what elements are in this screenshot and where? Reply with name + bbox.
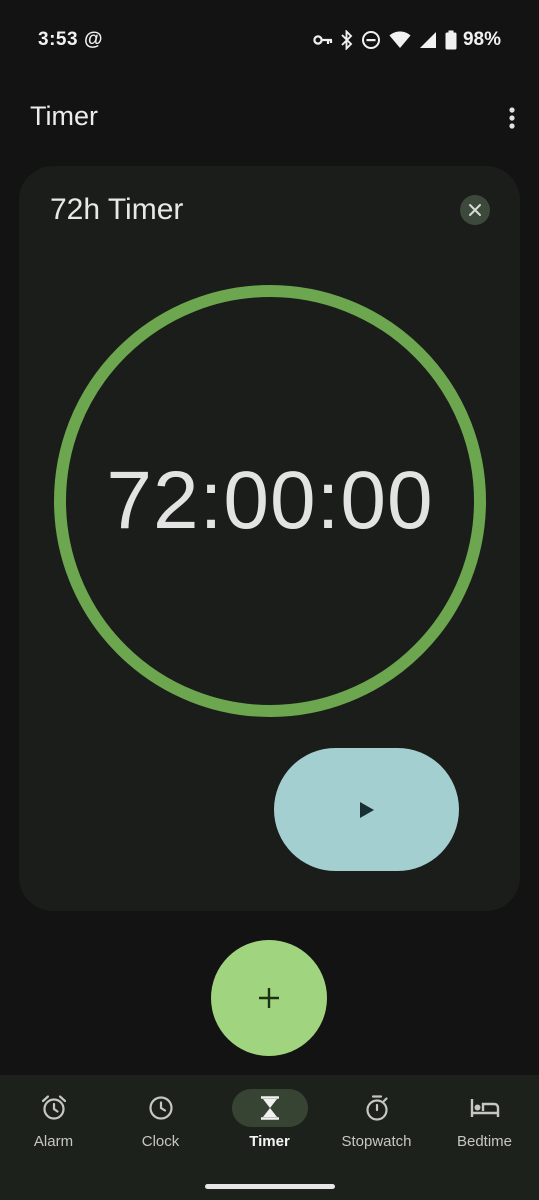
nav-label-timer: Timer (249, 1133, 290, 1150)
wifi-icon (389, 31, 411, 49)
nav-label-alarm: Alarm (33, 1133, 74, 1150)
close-icon (469, 204, 481, 216)
battery-percent: 98% (462, 29, 501, 50)
page-title: Timer (30, 101, 98, 131)
start-timer-button[interactable] (274, 748, 459, 871)
nav-label-stopwatch: Stopwatch (341, 1133, 412, 1150)
timer-label[interactable]: 72h Timer (50, 193, 183, 227)
nav-item-timer[interactable]: Timer (216, 1075, 323, 1175)
cellular-icon (419, 31, 437, 49)
notification-at-icon: @ (84, 29, 103, 50)
timer-card: 72h Timer 72:00:00 (19, 166, 520, 911)
delete-timer-button[interactable] (460, 195, 490, 225)
status-time: 3:53 (38, 29, 79, 50)
add-timer-button[interactable] (211, 940, 327, 1056)
bottom-navigation: Alarm Clock Timer Stopwatch Bedtime (0, 1075, 539, 1200)
hourglass-icon (260, 1096, 279, 1120)
nav-item-clock[interactable]: Clock (107, 1075, 214, 1175)
timer-screen: 3:53 @ 98% Timer 72h Timer 72:00:00 Alar… (0, 0, 539, 1200)
clock-icon (148, 1096, 173, 1120)
nav-item-bedtime[interactable]: Bedtime (431, 1075, 538, 1175)
nav-label-bedtime: Bedtime (456, 1133, 513, 1150)
play-icon (359, 801, 374, 818)
nav-item-alarm[interactable]: Alarm (0, 1075, 107, 1175)
status-bar: 3:53 @ 98% (0, 0, 539, 82)
key-icon (313, 33, 333, 47)
nav-label-clock: Clock (141, 1133, 180, 1150)
home-indicator[interactable] (205, 1184, 335, 1189)
nav-item-stopwatch[interactable]: Stopwatch (323, 1075, 430, 1175)
timer-remaining[interactable]: 72:00:00 (53, 454, 487, 548)
more-options-button[interactable] (497, 98, 527, 138)
plus-icon (259, 988, 279, 1008)
status-icons: 98% (313, 28, 501, 52)
stopwatch-icon (365, 1095, 388, 1121)
bluetooth-icon (341, 30, 353, 50)
do-not-disturb-icon (361, 30, 381, 50)
bed-icon (470, 1099, 499, 1117)
more-vert-icon (509, 107, 515, 129)
battery-icon (445, 30, 457, 50)
alarm-icon (41, 1095, 66, 1120)
